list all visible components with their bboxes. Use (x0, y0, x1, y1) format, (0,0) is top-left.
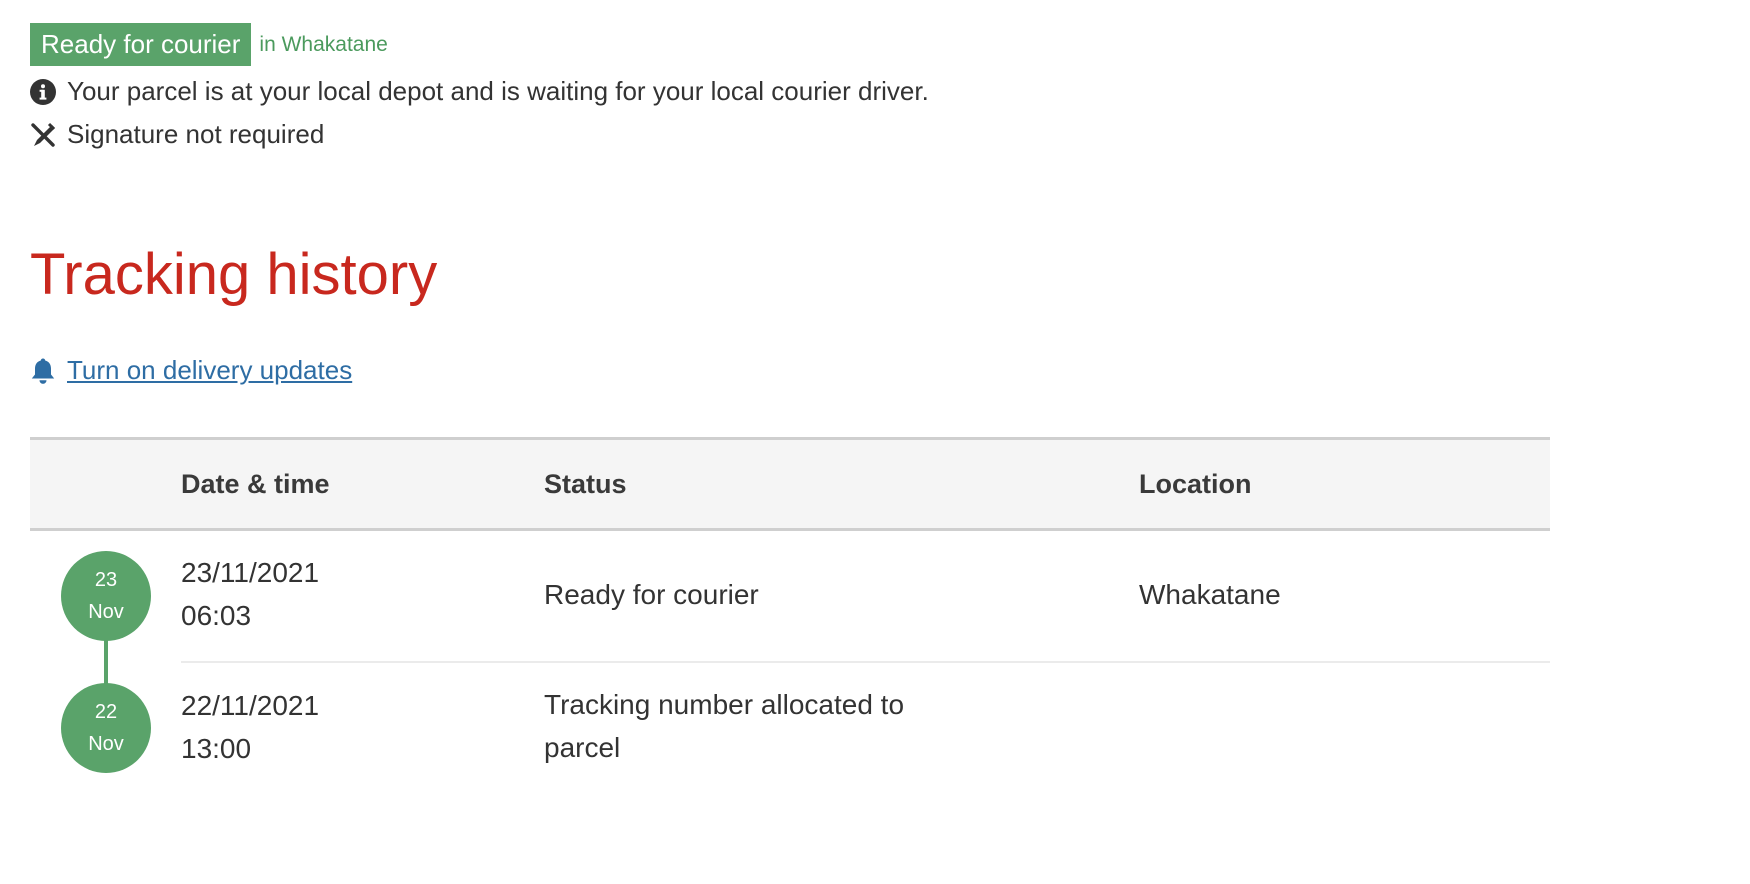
column-header-status: Status (544, 469, 627, 499)
row-divider (181, 661, 1550, 663)
no-signature-pen-icon (30, 122, 56, 148)
signature-requirement: Signature not required (30, 119, 324, 150)
depot-message: Your parcel is at your local depot and i… (30, 76, 929, 107)
info-icon (30, 78, 56, 105)
delivery-updates-label[interactable]: Turn on delivery updates (67, 355, 352, 386)
row-date-time: 22/11/2021 13:00 (181, 684, 319, 770)
current-status: Ready for courier in Whakatane (30, 23, 388, 66)
column-header-location: Location (1139, 469, 1252, 499)
bell-icon (30, 357, 56, 385)
row-date-time: 23/11/2021 06:03 (181, 551, 319, 637)
date-circle: 23 Nov (61, 551, 151, 641)
row-status: Ready for courier (544, 579, 759, 610)
signature-text: Signature not required (67, 119, 325, 149)
date-circle-month: Nov (88, 601, 124, 623)
tracking-history-title: Tracking history (30, 242, 438, 307)
status-location: in Whakatane (259, 33, 388, 56)
row-location: Whakatane (1139, 579, 1281, 610)
delivery-updates-link[interactable]: Turn on delivery updates (30, 355, 352, 386)
row-date: 22/11/2021 (181, 690, 320, 721)
tracking-history-table: Date & time Status Location 23 Nov 23/11… (30, 437, 1550, 773)
tracking-page: Ready for courier in Whakatane Your parc… (0, 0, 1750, 884)
date-circle-month: Nov (88, 733, 124, 755)
date-circle-day: 22 (94, 701, 118, 723)
date-circle: 22 Nov (61, 683, 151, 773)
row-time: 06:03 (181, 600, 252, 631)
status-badge: Ready for courier (30, 23, 252, 66)
column-header-date: Date & time (181, 469, 330, 499)
depot-message-text: Your parcel is at your local depot and i… (67, 76, 929, 106)
table-header: Date & time Status Location (30, 437, 1550, 531)
table-row: 23 Nov 23/11/2021 06:03 Ready for courie… (30, 531, 1550, 662)
date-circle-day: 23 (94, 569, 118, 591)
row-status: Tracking number allocated to parcel (544, 689, 905, 763)
row-date: 23/11/2021 (181, 557, 320, 588)
row-time: 13:00 (181, 733, 252, 764)
table-row: 22 Nov 22/11/2021 13:00 Tracking number … (30, 664, 1550, 795)
